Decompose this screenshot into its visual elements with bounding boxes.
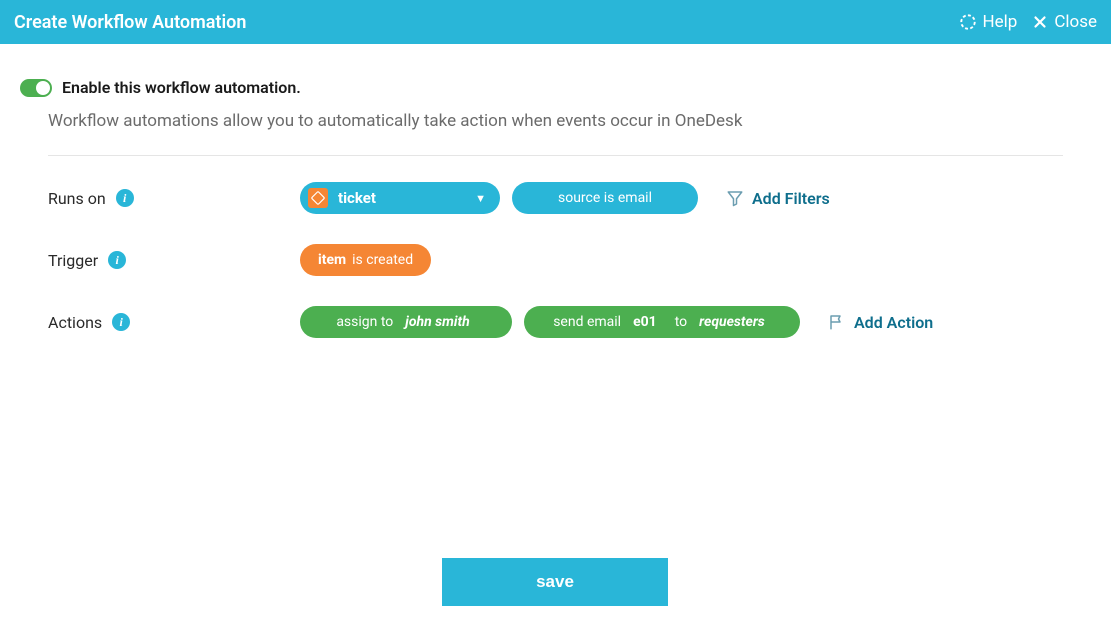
- action-to: to: [675, 314, 687, 330]
- actions-label-group: Actions i: [48, 313, 300, 332]
- actions-body: assign to john smith send email e01 to r…: [300, 306, 933, 338]
- trigger-body: item is created: [300, 244, 431, 276]
- help-icon: [959, 13, 977, 31]
- action-verb: send email: [553, 314, 621, 330]
- action-pill[interactable]: assign to john smith: [300, 306, 512, 338]
- enable-row: Enable this workflow automation.: [20, 78, 1063, 97]
- trigger-row: Trigger i item is created: [48, 244, 1063, 276]
- action-target: requesters: [699, 314, 765, 330]
- action-pill[interactable]: send email e01 to requesters: [524, 306, 800, 338]
- actions-row: Actions i assign to john smith send emai…: [48, 306, 1063, 338]
- runs-on-body: ticket ▼ source is email Add Filters: [300, 182, 830, 214]
- trigger-pill[interactable]: item is created: [300, 244, 431, 276]
- help-button[interactable]: Help: [959, 12, 1017, 32]
- info-icon[interactable]: i: [116, 189, 134, 207]
- save-label: save: [536, 572, 574, 592]
- add-filters-label: Add Filters: [752, 189, 830, 208]
- dialog-content: Enable this workflow automation. Workflo…: [0, 44, 1111, 338]
- dialog-header-actions: Help Close: [959, 12, 1097, 32]
- ticket-icon: [308, 188, 328, 208]
- close-label: Close: [1054, 12, 1097, 32]
- runs-on-type-value: ticket: [338, 189, 465, 207]
- runs-on-label: Runs on: [48, 189, 106, 208]
- config-rows: Runs on i ticket ▼ source is email: [48, 182, 1063, 338]
- runs-on-type-dropdown[interactable]: ticket ▼: [300, 182, 500, 214]
- runs-on-row: Runs on i ticket ▼ source is email: [48, 182, 1063, 214]
- runs-on-label-group: Runs on i: [48, 189, 300, 208]
- enable-label: Enable this workflow automation.: [62, 78, 301, 97]
- action-verb: assign to: [336, 314, 393, 330]
- add-action-button[interactable]: Add Action: [828, 313, 933, 332]
- chevron-down-icon: ▼: [475, 192, 486, 205]
- trigger-label-group: Trigger i: [48, 251, 300, 270]
- runs-on-filter-text: source is email: [558, 190, 652, 206]
- add-action-label: Add Action: [854, 313, 933, 332]
- dialog-title: Create Workflow Automation: [14, 12, 246, 33]
- close-icon: [1031, 13, 1049, 31]
- trigger-label: Trigger: [48, 251, 98, 270]
- help-label: Help: [982, 12, 1017, 32]
- flag-icon: [828, 313, 846, 331]
- actions-label: Actions: [48, 313, 102, 332]
- automation-description: Workflow automations allow you to automa…: [48, 111, 1063, 156]
- trigger-verb: is created: [352, 252, 413, 268]
- runs-on-filter-pill[interactable]: source is email: [512, 182, 698, 214]
- save-button[interactable]: save: [442, 558, 668, 606]
- close-button[interactable]: Close: [1031, 12, 1097, 32]
- dialog-header: Create Workflow Automation Help Close: [0, 0, 1111, 44]
- action-target: john smith: [405, 314, 469, 330]
- trigger-subject: item: [318, 252, 346, 268]
- enable-toggle[interactable]: [20, 79, 52, 97]
- action-template: e01: [633, 314, 657, 330]
- info-icon[interactable]: i: [112, 313, 130, 331]
- add-filters-button[interactable]: Add Filters: [726, 189, 830, 208]
- filter-icon: [726, 189, 744, 207]
- info-icon[interactable]: i: [108, 251, 126, 269]
